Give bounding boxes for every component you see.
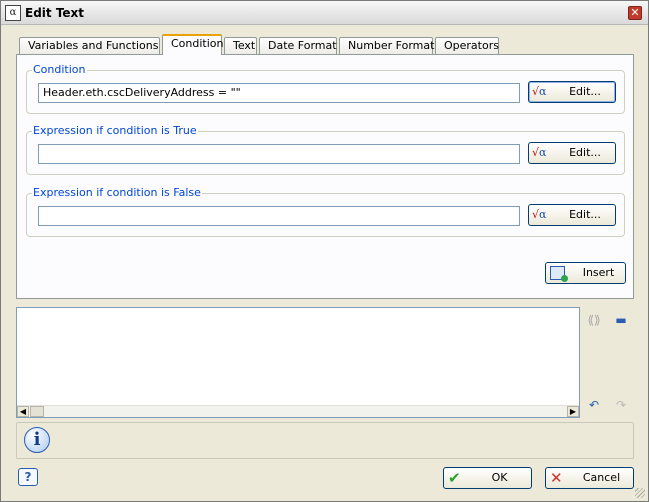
tab-condition[interactable]: Condition	[162, 34, 224, 55]
save-icon[interactable]: ▬	[612, 313, 630, 327]
true-expression-field[interactable]	[38, 144, 520, 164]
false-expression-group: Expression if condition is False √α Edit…	[26, 186, 625, 237]
close-button[interactable]: ✕	[628, 6, 642, 20]
true-expression-group: Expression if condition is True √α Edit.…	[26, 124, 625, 175]
tab-operators[interactable]: Operators	[435, 37, 499, 55]
insert-button[interactable]: Insert	[545, 262, 626, 284]
condition-field[interactable]: Header.eth.cscDeliveryAddress = ""	[38, 83, 520, 103]
info-bar: i	[16, 422, 634, 459]
cross-icon: ✕	[550, 469, 563, 487]
false-expression-field[interactable]	[38, 206, 520, 226]
insert-label: Insert	[582, 266, 615, 279]
app-icon: α	[5, 5, 21, 21]
scrollbar-thumb[interactable]	[30, 406, 44, 417]
false-expression-edit-button[interactable]: √α Edit...	[528, 204, 616, 226]
sqrt-alpha-icon: √α	[532, 146, 547, 159]
false-expression-edit-label: Edit...	[569, 208, 601, 221]
horizontal-scrollbar[interactable]: ◀ ▶	[17, 405, 579, 417]
resize-grip-icon[interactable]	[635, 488, 645, 498]
tab-variables-and-functions[interactable]: Variables and Functions	[19, 37, 160, 55]
true-expression-label: Expression if condition is True	[32, 124, 198, 137]
undo-icon[interactable]: ↶	[585, 398, 603, 412]
cancel-label: Cancel	[582, 471, 621, 484]
condition-group: Condition Header.eth.cscDeliveryAddress …	[26, 63, 625, 114]
condition-tab-panel: Condition Header.eth.cscDeliveryAddress …	[16, 54, 634, 299]
ok-button[interactable]: ✔ OK	[443, 467, 532, 489]
title-bar: α Edit Text ✕	[1, 1, 648, 25]
scroll-left-arrow-icon[interactable]: ◀	[17, 406, 29, 417]
false-expression-label: Expression if condition is False	[32, 186, 202, 199]
condition-edit-button[interactable]: √α Edit...	[528, 81, 616, 103]
true-expression-edit-label: Edit...	[569, 146, 601, 159]
expression-editor[interactable]	[16, 307, 580, 418]
condition-edit-label: Edit...	[569, 85, 601, 98]
condition-label: Condition	[32, 63, 87, 76]
tab-date-format[interactable]: Date Format	[259, 37, 337, 55]
help-button[interactable]: ?	[18, 468, 38, 486]
info-icon: i	[24, 427, 50, 453]
scroll-right-arrow-icon[interactable]: ▶	[567, 406, 579, 417]
sqrt-alpha-icon: √α	[532, 85, 547, 98]
edit-text-dialog: α Edit Text ✕ Variables and Functions Co…	[0, 0, 649, 502]
ok-label: OK	[491, 471, 508, 484]
dialog-title: Edit Text	[25, 6, 85, 20]
tab-text[interactable]: Text	[224, 37, 257, 55]
cancel-button[interactable]: ✕ Cancel	[545, 467, 634, 489]
sqrt-alpha-icon: √α	[532, 208, 547, 221]
validate-icon[interactable]: ⟪⟫	[585, 313, 603, 327]
redo-icon[interactable]: ↷	[612, 398, 630, 412]
true-expression-edit-button[interactable]: √α Edit...	[528, 142, 616, 164]
checkmark-icon: ✔	[448, 469, 461, 487]
tab-number-format[interactable]: Number Format	[339, 37, 434, 55]
insert-icon	[550, 266, 568, 282]
